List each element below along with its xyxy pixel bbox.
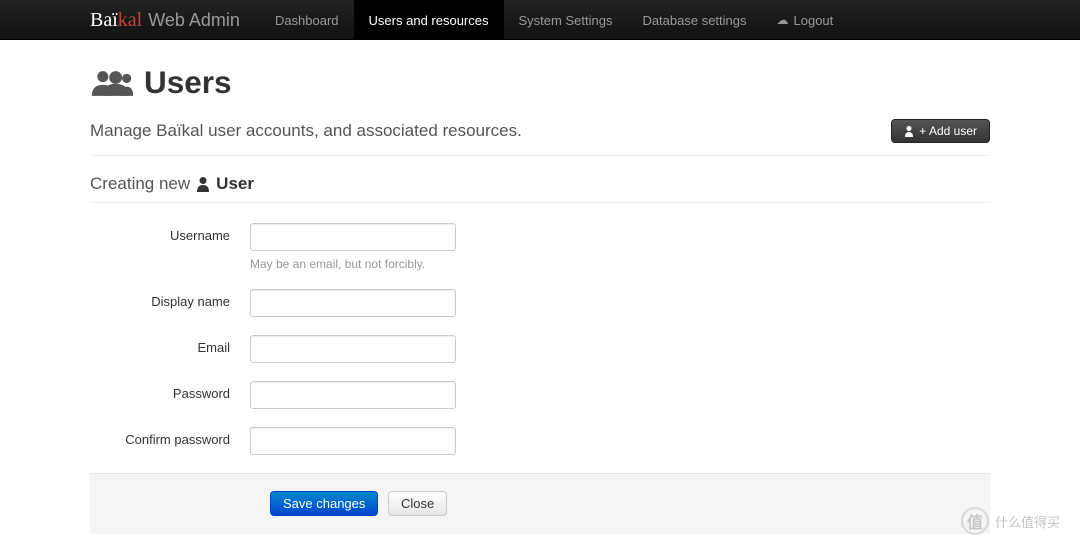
watermark-text: 什么值得买: [995, 512, 1060, 531]
confirm-password-label: Confirm password: [90, 427, 250, 447]
username-help: May be an email, but not forcibly.: [250, 257, 990, 271]
section-header: Creating new User: [90, 174, 990, 203]
nav-system-settings[interactable]: System Settings: [504, 0, 628, 40]
form-actions: Save changes Close: [90, 473, 990, 534]
username-label: Username: [90, 223, 250, 243]
users-icon: [90, 67, 134, 99]
save-button[interactable]: Save changes: [270, 491, 378, 516]
add-user-button[interactable]: + Add user: [891, 119, 990, 143]
brand-bai: Baï: [90, 9, 118, 32]
nav-logout-label: Logout: [794, 13, 834, 28]
page-header: Users: [90, 64, 990, 101]
user-plus-icon: [904, 125, 914, 137]
page-subtitle: Manage Baïkal user accounts, and associa…: [90, 121, 522, 141]
password-label: Password: [90, 381, 250, 401]
watermark: 值 什么值得买: [961, 507, 1060, 535]
add-user-label: + Add user: [919, 124, 977, 138]
nav-logout[interactable]: ☁ Logout: [762, 0, 849, 40]
brand-logo[interactable]: Baïkal Web Admin: [90, 9, 240, 32]
main-nav: Dashboard Users and resources System Set…: [260, 0, 848, 40]
username-input[interactable]: [250, 223, 456, 251]
displayname-label: Display name: [90, 289, 250, 309]
brand-kal: kal: [118, 9, 142, 32]
user-icon: [196, 176, 210, 192]
email-input[interactable]: [250, 335, 456, 363]
displayname-input[interactable]: [250, 289, 456, 317]
page-title: Users: [144, 64, 232, 101]
creating-label: Creating new: [90, 174, 190, 194]
logout-icon: ☁: [777, 13, 789, 27]
top-navbar: Baïkal Web Admin Dashboard Users and res…: [0, 0, 1080, 40]
user-form: Username May be an email, but not forcib…: [90, 223, 990, 534]
nav-dashboard[interactable]: Dashboard: [260, 0, 354, 40]
watermark-icon: 值: [961, 507, 989, 535]
entity-label: User: [216, 174, 254, 194]
nav-users-resources[interactable]: Users and resources: [354, 0, 504, 40]
nav-database-settings[interactable]: Database settings: [627, 0, 761, 40]
confirm-password-input[interactable]: [250, 427, 456, 455]
email-label: Email: [90, 335, 250, 355]
brand-suffix: Web Admin: [148, 10, 240, 31]
password-input[interactable]: [250, 381, 456, 409]
close-button[interactable]: Close: [388, 491, 447, 516]
